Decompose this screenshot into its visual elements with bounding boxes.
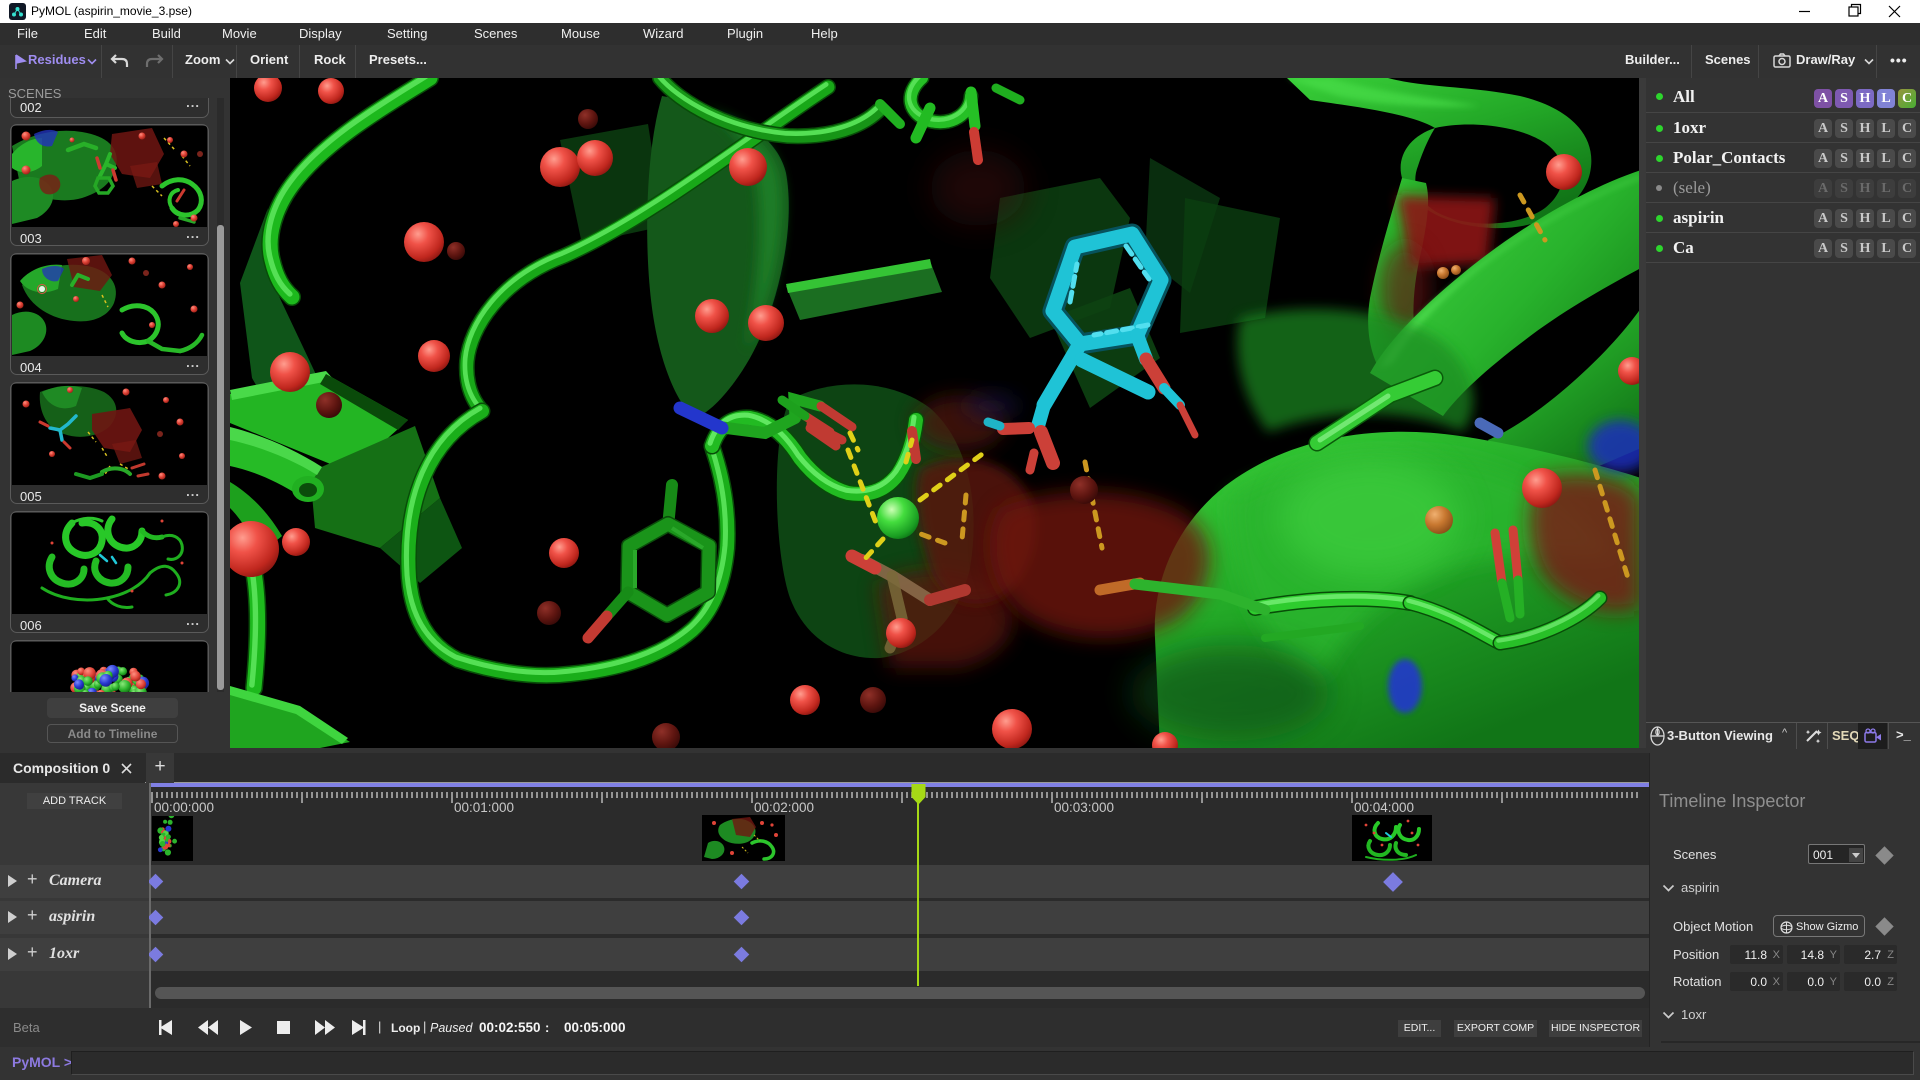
svg-text:00:03:000: 00:03:000 (1054, 800, 1114, 815)
svg-text:00:00:000: 00:00:000 (154, 800, 214, 815)
svg-text:00:04:000: 00:04:000 (1354, 800, 1414, 815)
svg-text:00:01:000: 00:01:000 (454, 800, 514, 815)
svg-text:00:02:000: 00:02:000 (754, 800, 814, 815)
